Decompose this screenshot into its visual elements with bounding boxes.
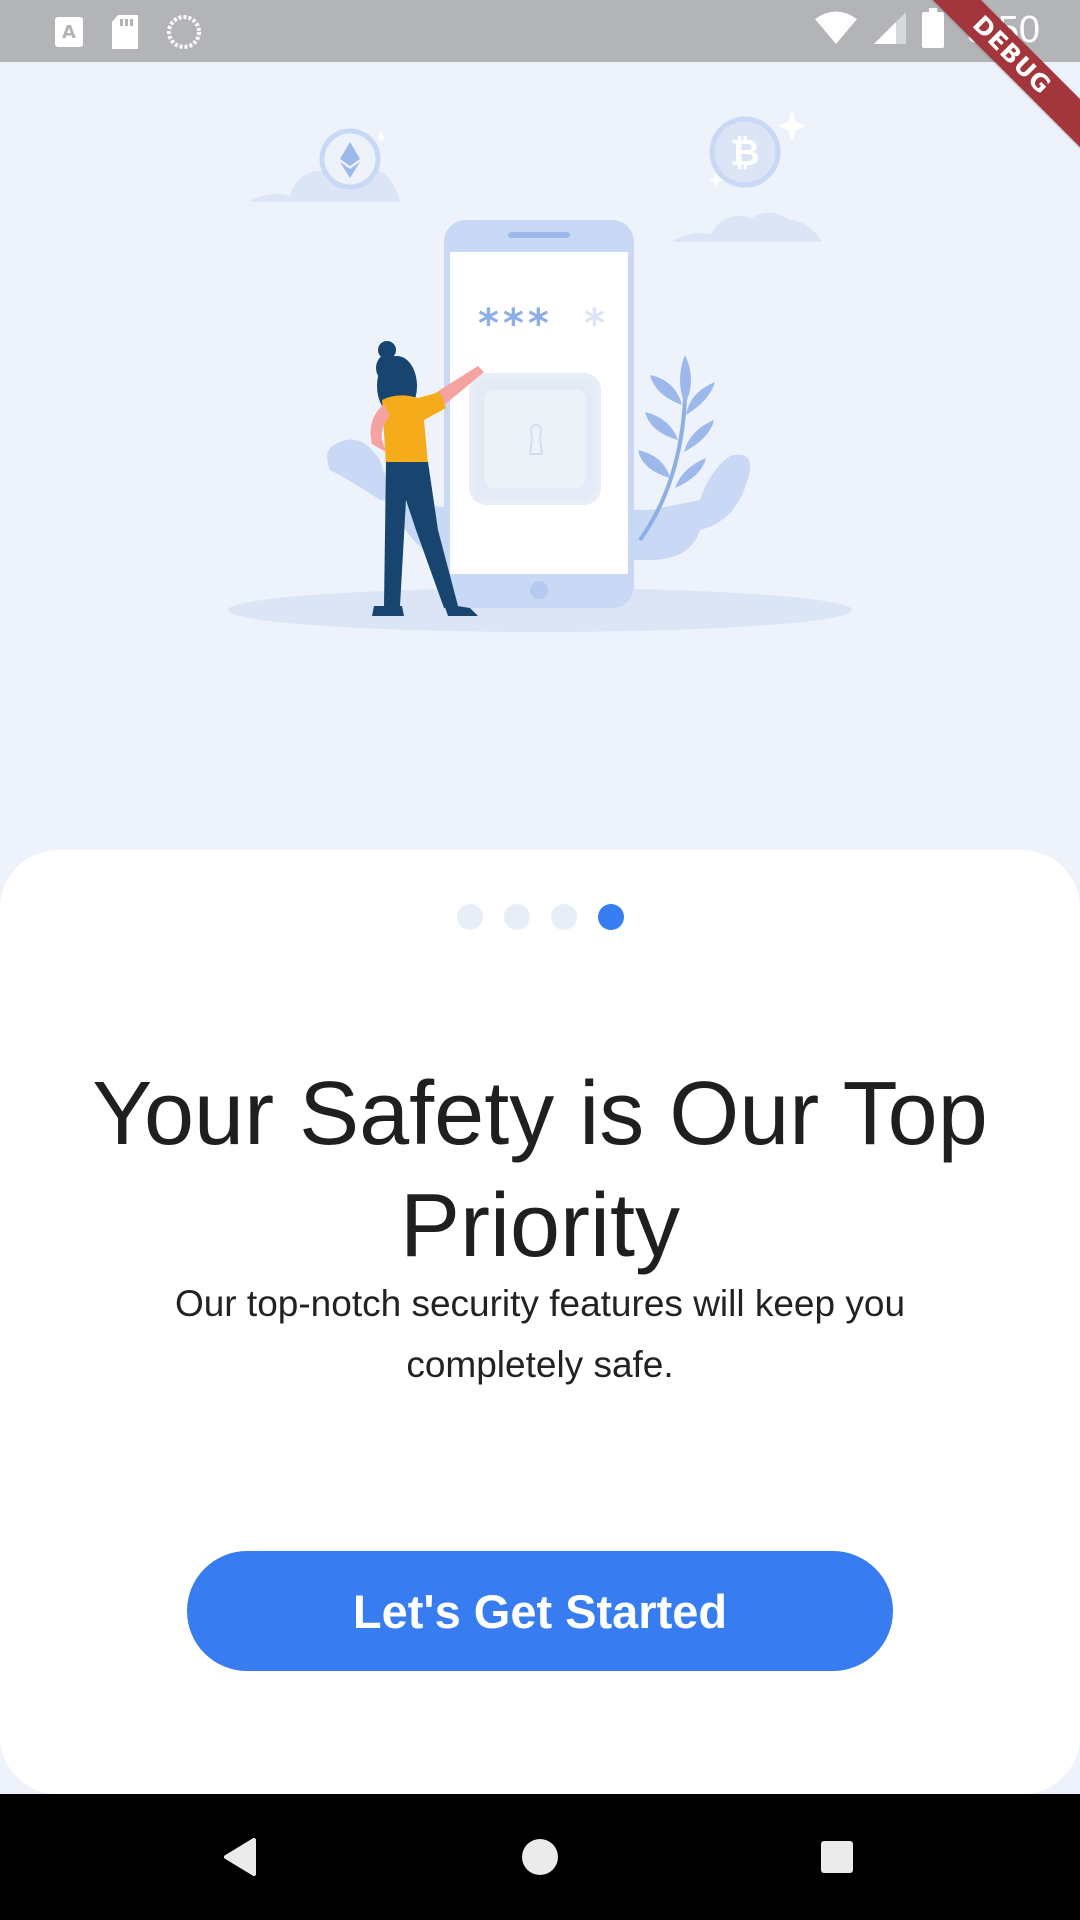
svg-text:A: A: [62, 22, 76, 43]
navigation-bar: [0, 1794, 1080, 1920]
page-indicator: [0, 904, 1080, 930]
page-dot-4-active[interactable]: [597, 904, 624, 930]
bitcoin-coin-icon: ₿: [709, 112, 806, 188]
back-icon[interactable]: [216, 1832, 266, 1882]
signal-icon: [872, 10, 908, 51]
home-icon[interactable]: [515, 1832, 565, 1882]
status-bar: A: [0, 0, 1080, 62]
svg-text:*: *: [584, 301, 605, 347]
battery-icon: [922, 8, 945, 53]
onboarding-title: Your Safety is Our Top Priority: [92, 1064, 988, 1277]
cloud-right: [672, 212, 822, 242]
svg-text:***: ***: [478, 301, 553, 347]
recents-icon[interactable]: [812, 1832, 862, 1882]
page-dot-3[interactable]: [550, 904, 577, 930]
status-bar-left: A: [54, 14, 202, 55]
onboarding-subtitle: Our top-notch security features will kee…: [174, 1283, 906, 1385]
wifi-icon: [814, 10, 858, 51]
svg-text:₿: ₿: [730, 133, 759, 174]
hero-illustration: ₿ *** *: [0, 62, 1080, 852]
phone-illustration: *** *: [444, 220, 634, 608]
page-dot-2[interactable]: [503, 904, 530, 930]
sd-card-icon: [110, 14, 140, 55]
onboarding-card: Your Safety is Our Top Priority Our top-…: [0, 850, 1080, 1794]
page-dot-1[interactable]: [456, 904, 483, 930]
get-started-button[interactable]: Let's Get Started: [187, 1551, 893, 1671]
plant-leaves: [638, 355, 715, 488]
text-a-icon: A: [54, 16, 84, 53]
sync-circle-icon: [166, 14, 202, 55]
